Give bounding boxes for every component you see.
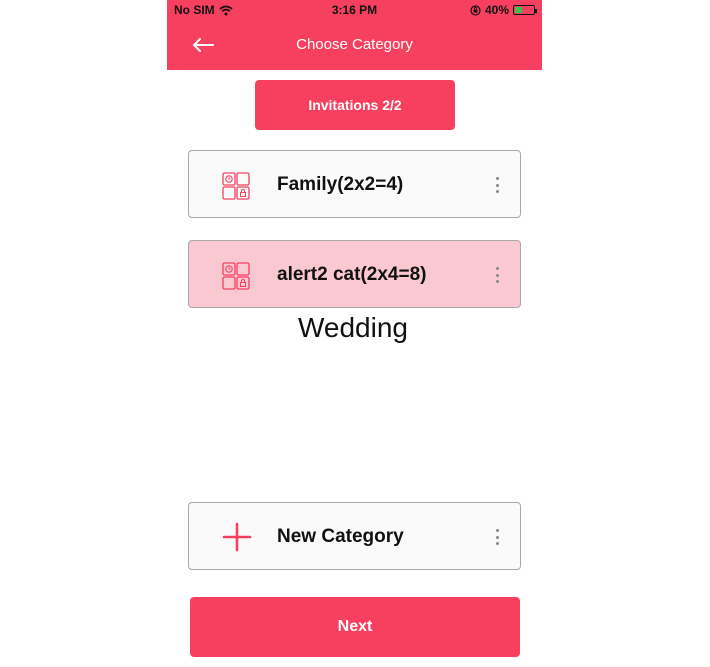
- battery-icon: [513, 5, 537, 15]
- phone-screen: No SIM 3:16 PM 40% Choose Category Invit…: [167, 0, 542, 667]
- orientation-lock-icon: [470, 4, 481, 16]
- more-options-icon[interactable]: [494, 529, 500, 545]
- tab-invitations[interactable]: Invitations 2/2: [255, 80, 455, 130]
- category-card-family[interactable]: Family(2x2=4): [188, 150, 521, 218]
- more-options-icon[interactable]: [494, 267, 500, 283]
- new-category-label: New Category: [277, 526, 404, 547]
- new-category-card[interactable]: New Category: [188, 502, 521, 570]
- plus-icon: [222, 522, 252, 552]
- wedding-label: Wedding: [297, 312, 408, 343]
- page-title: Choose Category: [296, 36, 413, 53]
- category-label: alert2 cat(2x4=8): [277, 264, 427, 285]
- status-right: 40%: [470, 3, 537, 17]
- battery-tip: [535, 9, 537, 13]
- category-grid-icon: [222, 262, 250, 290]
- more-options-icon[interactable]: [494, 177, 500, 193]
- app-header: No SIM 3:16 PM 40% Choose Category: [167, 0, 542, 70]
- category-card-alert2[interactable]: alert2 cat(2x4=8): [188, 240, 521, 308]
- category-label: Family(2x2=4): [277, 174, 404, 195]
- status-bar: No SIM 3:16 PM 40%: [167, 0, 542, 20]
- next-button[interactable]: Next: [190, 597, 520, 657]
- category-grid-icon: [222, 172, 250, 200]
- battery-fill: [515, 7, 523, 13]
- battery-percent: 40%: [484, 3, 509, 17]
